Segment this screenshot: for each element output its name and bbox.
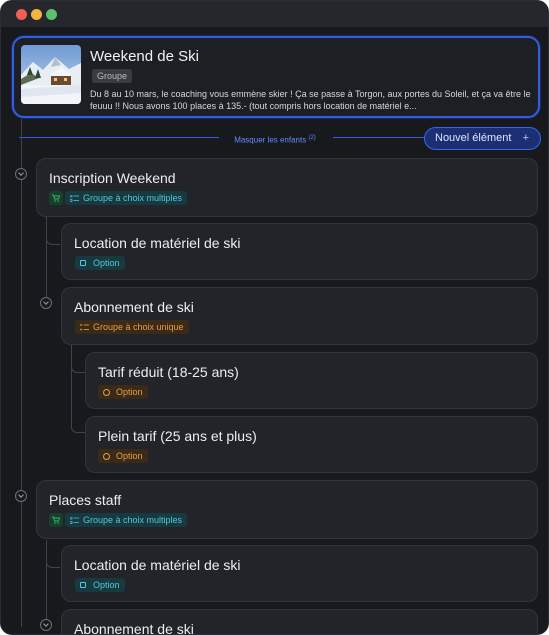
hide-children-button[interactable]: Masquer les enfants (2)	[217, 131, 333, 145]
tree-elbow	[71, 377, 85, 433]
collapse-toggle-abonnement[interactable]	[40, 297, 52, 309]
minimize-window-button[interactable]	[31, 9, 42, 20]
group-unique-badge: Groupe à choix unique	[75, 320, 189, 334]
badge-label: Option	[93, 580, 120, 590]
checkbox-icon	[80, 260, 86, 266]
checkbox-icon	[80, 582, 86, 588]
zoom-window-button[interactable]	[46, 9, 57, 20]
collapse-toggle-places-staff[interactable]	[15, 490, 27, 502]
badge-label: Option	[116, 387, 143, 397]
node-title: Places staff	[49, 492, 122, 508]
app-window: Weekend de Ski Groupe Du 8 au 10 mars, l…	[0, 0, 549, 635]
node-title: Inscription Weekend	[49, 170, 176, 186]
option-badge: Option	[75, 578, 125, 592]
divider-left	[19, 137, 219, 138]
option-badge: Option	[98, 385, 148, 399]
badge-label: Groupe à choix multiples	[83, 193, 183, 203]
badge-label: Groupe à choix multiples	[83, 515, 183, 525]
tree-node-inscription-weekend[interactable]: Inscription Weekend Groupe à choix multi…	[36, 158, 538, 217]
radio-icon	[103, 388, 110, 396]
tree-line	[21, 137, 22, 627]
option-badge: Option	[98, 449, 148, 463]
node-title: Location de matériel de ski	[74, 235, 241, 251]
tree-line	[21, 119, 22, 137]
tree-node-places-staff[interactable]: Places staff Groupe à choix multiples	[36, 480, 538, 539]
node-title: Abonnement de ski	[74, 621, 194, 635]
tree-node-abonnement[interactable]: Abonnement de ski Groupe à choix unique	[61, 287, 538, 345]
cart-icon	[49, 513, 63, 527]
list-radio-icon	[80, 324, 89, 331]
node-title: Location de matériel de ski	[74, 557, 241, 573]
list-check-icon	[70, 517, 79, 524]
group-title: Weekend de Ski	[90, 48, 199, 65]
tree-elbow	[71, 345, 85, 373]
group-thumbnail-image	[21, 45, 81, 104]
tree-elbow	[46, 217, 60, 245]
new-element-button[interactable]: Nouvel élément +	[424, 127, 541, 150]
cart-icon	[49, 191, 63, 205]
tree-view: Weekend de Ski Groupe Du 8 au 10 mars, l…	[1, 27, 548, 634]
badge-label: Option	[93, 258, 120, 268]
close-window-button[interactable]	[16, 9, 27, 20]
new-element-label: Nouvel élément	[435, 132, 512, 144]
collapse-toggle-abonnement-2[interactable]	[40, 619, 52, 631]
tree-node-location-materiel[interactable]: Location de matériel de ski Option	[61, 223, 538, 280]
badge-label: Groupe à choix unique	[93, 322, 184, 332]
option-badge: Option	[75, 256, 125, 270]
tree-node-location-materiel-2[interactable]: Location de matériel de ski Option	[61, 545, 538, 602]
hide-children-label: Masquer les enfants	[234, 135, 307, 145]
tree-node-abonnement-2[interactable]: Abonnement de ski	[61, 609, 538, 635]
collapse-toggle-inscription[interactable]	[15, 168, 27, 180]
list-check-icon	[70, 195, 79, 202]
title-bar	[1, 1, 548, 27]
group-type-badge: Groupe	[92, 69, 133, 83]
badge-label: Option	[116, 451, 143, 461]
radio-icon	[103, 452, 110, 460]
group-multi-badge: Groupe à choix multiples	[65, 191, 188, 205]
group-description: Du 8 au 10 mars, le coaching vous emmène…	[90, 89, 531, 111]
plus-icon: +	[522, 132, 529, 144]
node-title: Abonnement de ski	[74, 299, 194, 315]
group-multi-badge: Groupe à choix multiples	[65, 513, 188, 527]
tree-node-plein-tarif[interactable]: Plein tarif (25 ans et plus) Option	[85, 416, 538, 473]
hide-children-count: (2)	[308, 135, 316, 141]
tree-elbow	[46, 540, 60, 568]
root-group-card[interactable]: Weekend de Ski Groupe Du 8 au 10 mars, l…	[12, 36, 540, 118]
tree-node-tarif-reduit[interactable]: Tarif réduit (18-25 ans) Option	[85, 352, 538, 409]
divider-right	[333, 137, 425, 138]
node-title: Tarif réduit (18-25 ans)	[98, 364, 239, 380]
node-title: Plein tarif (25 ans et plus)	[98, 428, 257, 444]
